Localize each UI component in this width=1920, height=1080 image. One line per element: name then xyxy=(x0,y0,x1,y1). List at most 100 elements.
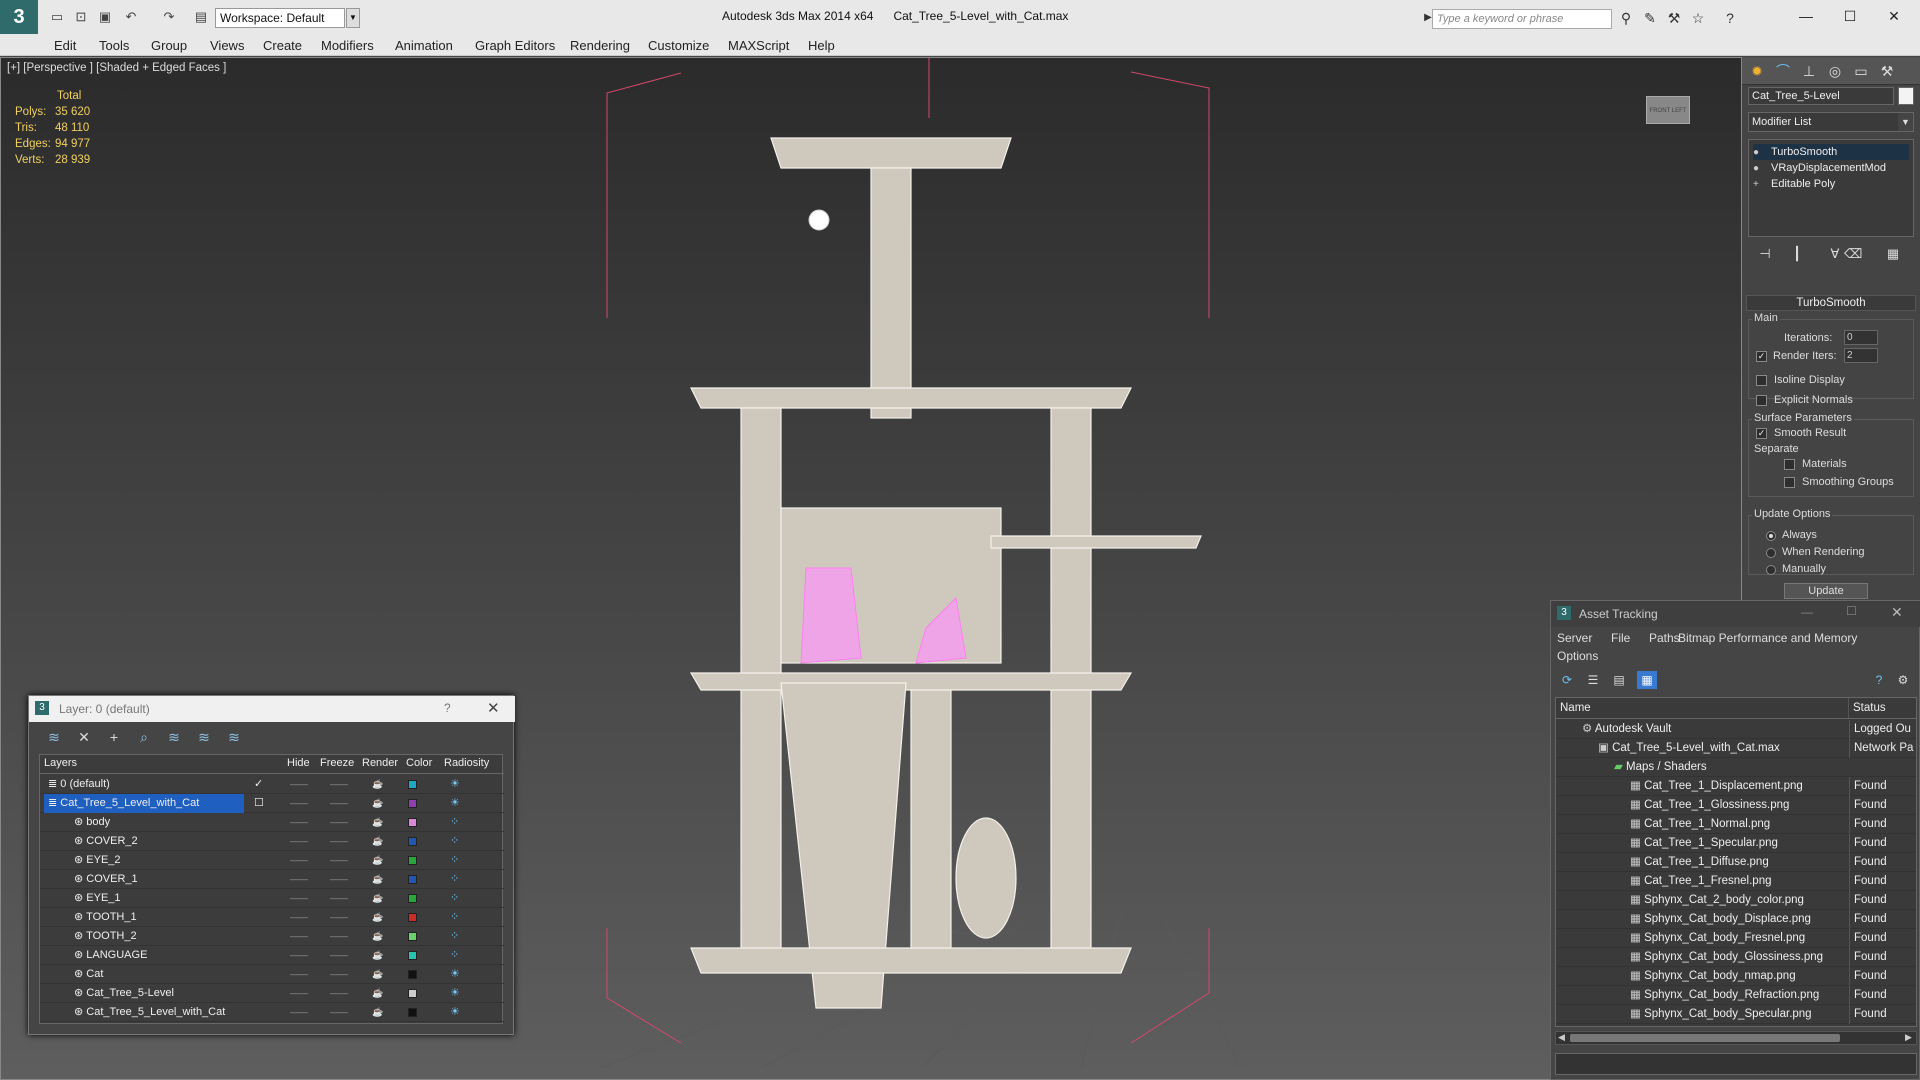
asset-name-cell[interactable]: ▰ Maps / Shaders xyxy=(1614,758,1849,777)
asset-tracking-titlebar[interactable]: 3 Asset Tracking — ☐ ✕ xyxy=(1551,601,1920,627)
hide-toggle[interactable]: —— xyxy=(290,1003,308,1022)
hide-toggle[interactable]: —— xyxy=(290,984,308,1003)
layer-name-cell[interactable]: ⊛ Cat_Tree_5-Level xyxy=(70,984,260,1003)
layer-color-swatch[interactable] xyxy=(408,875,417,884)
stack-item-vraydisplacement[interactable]: ● VRayDisplacementMod xyxy=(1753,160,1886,176)
iterations-spinner[interactable]: 0 xyxy=(1844,330,1878,345)
hide-all-icon[interactable]: ≋ xyxy=(193,728,215,746)
hide-toggle[interactable]: —— xyxy=(290,851,308,870)
modifier-list-dropdown[interactable]: Modifier List xyxy=(1748,112,1914,132)
configure-sets-icon[interactable]: ▦ xyxy=(1884,245,1902,263)
layer-color-swatch[interactable] xyxy=(408,837,417,846)
current-layer-check-icon[interactable]: ✓ xyxy=(254,777,263,790)
undo-icon[interactable]: ↶ xyxy=(122,9,140,25)
freeze-toggle[interactable]: —— xyxy=(330,813,348,832)
radiosity-icon[interactable]: ☀ xyxy=(450,1003,460,1022)
layer-color-swatch[interactable] xyxy=(408,932,417,941)
explicit-normals-checkbox[interactable] xyxy=(1756,395,1767,406)
freeze-toggle[interactable]: —— xyxy=(330,984,348,1003)
layer-dialog-titlebar[interactable]: 3 Layer: 0 (default) ? ✕ xyxy=(29,696,515,722)
col-hide[interactable]: Hide xyxy=(287,757,310,769)
layer-color-swatch[interactable] xyxy=(408,970,417,979)
close-icon[interactable]: ✕ xyxy=(487,699,500,717)
layer-name-cell[interactable]: ⊛ LANGUAGE xyxy=(70,946,260,965)
asset-name-cell[interactable]: ▦ Cat_Tree_1_Specular.png xyxy=(1630,834,1849,853)
menu-group[interactable]: Group xyxy=(151,38,187,53)
layer-color-swatch[interactable] xyxy=(408,818,417,827)
new-layer-icon[interactable]: ≋ xyxy=(43,728,65,746)
app-logo-icon[interactable]: 3 xyxy=(0,0,38,34)
render-teapot-icon[interactable]: ☕ xyxy=(372,851,383,870)
utilities-tab-icon[interactable]: ⚒ xyxy=(1876,61,1898,81)
layer-row[interactable]: ⊛ TOOTH_1 —— —— ☕ ⁘ xyxy=(40,908,504,927)
asset-name-cell[interactable]: ▦ Sphynx_Cat_body_Displace.png xyxy=(1630,910,1849,929)
radiosity-icon[interactable]: ☀ xyxy=(450,965,460,984)
col-color[interactable]: Color xyxy=(406,757,432,769)
radiosity-icon[interactable]: ⁘ xyxy=(450,889,459,908)
asset-name-cell[interactable]: ▦ Cat_Tree_1_Glossiness.png xyxy=(1630,796,1849,815)
make-unique-icon[interactable]: ∀ xyxy=(1826,245,1844,263)
menu-edit[interactable]: Edit xyxy=(54,38,76,53)
layer-name-cell[interactable]: ≣ Cat_Tree_5_Level_with_Cat xyxy=(44,794,244,813)
stack-item-editable-poly[interactable]: + Editable Poly xyxy=(1753,176,1835,192)
asset-row[interactable]: ▦ Cat_Tree_1_Specular.png Found xyxy=(1556,834,1916,853)
stack-item-turbosmooth[interactable]: ● TurboSmooth xyxy=(1753,144,1909,160)
asset-row[interactable]: ▦ Sphynx_Cat_body_Fresnel.png Found xyxy=(1556,929,1916,948)
layer-name-cell[interactable]: ⊛ COVER_1 xyxy=(70,870,260,889)
show-end-result-icon[interactable]: ┃ xyxy=(1788,245,1806,263)
scroll-left-icon[interactable]: ◀ xyxy=(1558,1032,1565,1043)
layer-row[interactable]: ⊛ TOOTH_2 —— —— ☕ ⁘ xyxy=(40,927,504,946)
remove-modifier-icon[interactable]: ⌫ xyxy=(1844,245,1862,263)
render-teapot-icon[interactable]: ☕ xyxy=(372,832,383,851)
layer-row[interactable]: ⊛ Cat —— —— ☕ ☀ xyxy=(40,965,504,984)
display-tab-icon[interactable]: ▭ xyxy=(1850,61,1872,81)
asset-name-cell[interactable]: ▦ Cat_Tree_1_Displacement.png xyxy=(1630,777,1849,796)
menu-paths[interactable]: Paths xyxy=(1649,631,1680,645)
asset-name-cell[interactable]: ⚙ Autodesk Vault xyxy=(1582,720,1849,739)
layer-row[interactable]: ⊛ COVER_1 —— —— ☕ ⁘ xyxy=(40,870,504,889)
render-teapot-icon[interactable]: ☕ xyxy=(372,984,383,1003)
render-teapot-icon[interactable]: ☕ xyxy=(372,946,383,965)
layer-row[interactable]: ⊛ LANGUAGE —— —— ☕ ⁘ xyxy=(40,946,504,965)
hide-toggle[interactable]: —— xyxy=(290,794,308,813)
when-rendering-radio[interactable] xyxy=(1766,548,1776,558)
close-icon[interactable]: ✕ xyxy=(1874,5,1914,27)
col-name[interactable]: Name xyxy=(1556,698,1849,718)
asset-name-cell[interactable]: ▦ Sphynx_Cat_body_Refraction.png xyxy=(1630,986,1849,1005)
radiosity-icon[interactable]: ☀ xyxy=(450,775,460,794)
asset-row[interactable]: ▦ Sphynx_Cat_body_Refraction.png Found xyxy=(1556,986,1916,1005)
hide-toggle[interactable]: —— xyxy=(290,965,308,984)
layer-name-cell[interactable]: ⊛ Cat xyxy=(70,965,260,984)
lightbulb-icon[interactable]: ● xyxy=(1753,161,1763,177)
radiosity-icon[interactable]: ⁘ xyxy=(450,813,459,832)
layer-row[interactable]: ⊛ Cat_Tree_5_Level_with_Cat —— —— ☕ ☀ xyxy=(40,1003,504,1022)
pin-stack-icon[interactable]: ⊣ xyxy=(1756,245,1774,263)
minimize-icon[interactable]: — xyxy=(1801,605,1813,619)
menu-graph-editors[interactable]: Graph Editors xyxy=(475,38,555,53)
asset-row[interactable]: ▦ Cat_Tree_1_Fresnel.png Found xyxy=(1556,872,1916,891)
radiosity-icon[interactable]: ⁘ xyxy=(450,946,459,965)
asset-name-cell[interactable]: ▦ Sphynx_Cat_body_Fresnel.png xyxy=(1630,929,1849,948)
render-teapot-icon[interactable]: ☕ xyxy=(372,775,383,794)
render-teapot-icon[interactable]: ☕ xyxy=(372,889,383,908)
asset-row[interactable]: ▦ Cat_Tree_1_Diffuse.png Found xyxy=(1556,853,1916,872)
layer-name-cell[interactable]: ⊛ body xyxy=(70,813,260,832)
radiosity-icon[interactable]: ⁘ xyxy=(450,832,459,851)
asset-row[interactable]: ▦ Cat_Tree_1_Glossiness.png Found xyxy=(1556,796,1916,815)
asset-name-cell[interactable]: ▣ Cat_Tree_5-Level_with_Cat.max xyxy=(1598,739,1849,758)
freeze-toggle[interactable]: —— xyxy=(330,832,348,851)
motion-tab-icon[interactable]: ◎ xyxy=(1824,61,1846,81)
col-layers[interactable]: Layers xyxy=(44,757,77,769)
menu-file[interactable]: File xyxy=(1611,631,1630,645)
hide-toggle[interactable]: —— xyxy=(290,832,308,851)
smoothing-groups-checkbox[interactable] xyxy=(1784,477,1795,488)
radiosity-icon[interactable]: ⁘ xyxy=(450,927,459,946)
favorites-star-icon[interactable]: ☆ xyxy=(1688,9,1708,27)
render-teapot-icon[interactable]: ☕ xyxy=(372,1003,383,1022)
scroll-right-icon[interactable]: ▶ xyxy=(1905,1032,1912,1043)
menu-modifiers[interactable]: Modifiers xyxy=(321,38,374,53)
expand-plus-icon[interactable]: + xyxy=(1753,177,1763,193)
settings-icon[interactable]: ⚙ xyxy=(1893,671,1913,689)
layer-name-cell[interactable]: ⊛ Cat_Tree_5_Level_with_Cat xyxy=(70,1003,260,1022)
layer-row[interactable]: ≣ Cat_Tree_5_Level_with_Cat ☐ —— —— ☕ ☀ xyxy=(40,794,504,813)
